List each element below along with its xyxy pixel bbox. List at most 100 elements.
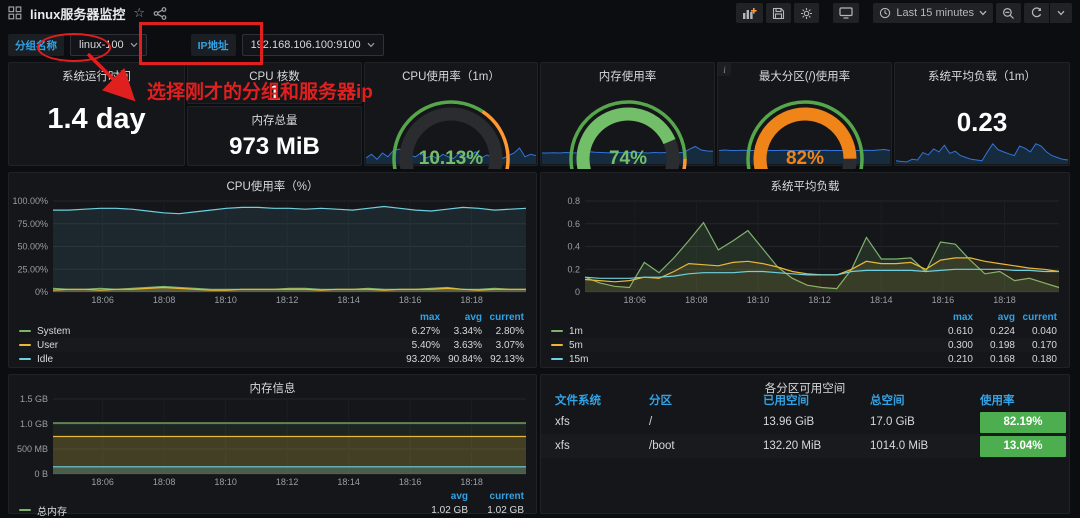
toolbar-right: Last 15 minutes xyxy=(736,3,1072,23)
table-cell: 13.96 GiB xyxy=(763,416,870,428)
svg-text:18:06: 18:06 xyxy=(91,295,114,305)
panel-cpu-chart: CPU使用率（%） 0%25.00%50.00%75.00%100.00%18:… xyxy=(8,172,537,368)
svg-text:18:10: 18:10 xyxy=(747,295,770,305)
legend-header: maxavgcurrent xyxy=(19,310,524,324)
svg-text:0.4: 0.4 xyxy=(567,242,580,252)
cpu-usage-chart[interactable]: 0%25.00%50.00%75.00%100.00%18:0618:0818:… xyxy=(13,195,532,307)
legend-row[interactable]: System6.27%3.34%2.80% xyxy=(19,324,524,338)
legend-header: avgcurrent xyxy=(19,489,524,503)
table-header-cell[interactable]: 文件系统 xyxy=(555,392,649,408)
dashboard-title[interactable]: linux服务器监控 xyxy=(30,4,125,23)
svg-text:18:14: 18:14 xyxy=(337,295,360,305)
grafana-dashboard: { "header": { "title": "linux服务器监控", "ti… xyxy=(0,0,1080,508)
svg-text:18:08: 18:08 xyxy=(153,295,176,305)
svg-text:10.13%: 10.13% xyxy=(419,148,484,169)
svg-text:18:18: 18:18 xyxy=(993,295,1016,305)
table-header: 文件系统分区已用空间总空间使用率 xyxy=(541,390,1068,410)
svg-text:75.00%: 75.00% xyxy=(17,219,48,229)
svg-text:18:18: 18:18 xyxy=(460,477,483,487)
annotation-rectangle xyxy=(139,22,263,65)
svg-text:18:14: 18:14 xyxy=(870,295,893,305)
panel-load-stat: 系统平均负载（1m） 0.23 xyxy=(894,62,1070,166)
memory-info-chart[interactable]: 0 B500 MB1.0 GB1.5 GB18:0618:0818:1018:1… xyxy=(13,393,532,489)
panel-title[interactable]: 系统平均负载（1m） xyxy=(895,68,1069,84)
svg-text:18:06: 18:06 xyxy=(91,477,114,487)
variable-ip-value: 192.168.106.100:9100 xyxy=(251,39,361,51)
svg-text:100.00%: 100.00% xyxy=(13,196,48,206)
panel-title[interactable]: 内存总量 xyxy=(188,112,361,128)
disk-partitions-table: 文件系统分区已用空间总空间使用率xfs/13.96 GiB17.0 GiB82.… xyxy=(541,390,1068,458)
svg-text:1.0 GB: 1.0 GB xyxy=(20,419,48,429)
mem-total-value: 973 MiB xyxy=(188,133,361,161)
svg-text:0.6: 0.6 xyxy=(567,219,580,229)
table-header-cell[interactable]: 分区 xyxy=(649,392,763,408)
table-cell: 17.0 GiB xyxy=(870,416,980,428)
table-cell: xfs xyxy=(555,416,649,428)
chevron-down-icon xyxy=(979,10,987,16)
svg-text:0: 0 xyxy=(575,287,580,297)
svg-text:18:16: 18:16 xyxy=(932,295,955,305)
table-row: xfs/boot132.20 MiB1014.0 MiB13.04% xyxy=(541,434,1068,458)
table-cell: 132.20 MiB xyxy=(763,440,870,452)
panel-memory-chart: 内存信息 0 B500 MB1.0 GB1.5 GB18:0618:0818:1… xyxy=(8,374,537,514)
cpu-chart-legend: maxavgcurrentSystem6.27%3.34%2.80%User5.… xyxy=(19,310,524,366)
memory-chart-legend: avgcurrent总内存1.02 GB1.02 GB xyxy=(19,489,524,517)
dashboard-grid-icon[interactable] xyxy=(8,6,22,20)
svg-text:18:08: 18:08 xyxy=(153,477,176,487)
svg-text:18:16: 18:16 xyxy=(399,295,422,305)
svg-text:0 B: 0 B xyxy=(34,469,48,479)
table-header-cell[interactable]: 总空间 xyxy=(870,392,980,408)
cycle-view-mode-button[interactable] xyxy=(833,3,859,23)
panel-mem-total: 内存总量 973 MiB xyxy=(187,106,362,166)
usage-badge: 82.19% xyxy=(980,412,1066,433)
load-average-chart[interactable]: 00.20.40.60.818:0618:0818:1018:1218:1418… xyxy=(545,195,1065,307)
refresh-button[interactable] xyxy=(1024,3,1049,23)
svg-text:0.2: 0.2 xyxy=(567,264,580,274)
legend-row[interactable]: 5m0.3000.1980.170 xyxy=(551,338,1057,352)
refresh-interval-dropdown[interactable] xyxy=(1050,3,1072,23)
legend-row[interactable]: 总内存1.02 GB1.02 GB xyxy=(19,503,524,517)
zoom-out-button[interactable] xyxy=(996,3,1021,23)
refresh-split-button xyxy=(1024,3,1072,23)
svg-text:18:14: 18:14 xyxy=(337,477,360,487)
usage-badge: 13.04% xyxy=(980,436,1066,457)
svg-text:18:08: 18:08 xyxy=(685,295,708,305)
svg-text:18:06: 18:06 xyxy=(624,295,647,305)
table-header-cell[interactable]: 使用率 xyxy=(980,392,1066,408)
share-icon[interactable] xyxy=(153,7,167,20)
table-cell: /boot xyxy=(649,440,763,452)
legend-row[interactable]: Idle93.20%90.84%92.13% xyxy=(19,352,524,366)
legend-row[interactable]: 15m0.2100.1680.180 xyxy=(551,352,1057,366)
panel-title[interactable]: CPU使用率（%） xyxy=(9,178,536,194)
svg-text:25.00%: 25.00% xyxy=(17,264,48,274)
svg-text:82%: 82% xyxy=(785,148,823,169)
table-cell: 1014.0 MiB xyxy=(870,440,980,452)
panel-title[interactable]: 系统平均负载 xyxy=(541,178,1069,194)
table-cell: xfs xyxy=(555,440,649,452)
disk-usage-gauge: 82% xyxy=(725,81,885,169)
table-row: xfs/13.96 GiB17.0 GiB82.19% xyxy=(541,410,1068,434)
svg-text:18:16: 18:16 xyxy=(399,477,422,487)
dashboard-settings-button[interactable] xyxy=(794,3,819,23)
svg-text:18:12: 18:12 xyxy=(276,477,299,487)
cpu-usage-gauge: 10.13% xyxy=(371,81,531,169)
svg-text:18:12: 18:12 xyxy=(276,295,299,305)
save-dashboard-button[interactable] xyxy=(766,3,791,23)
legend-header: maxavgcurrent xyxy=(551,310,1057,324)
svg-text:18:12: 18:12 xyxy=(808,295,831,305)
legend-row[interactable]: 1m0.6100.2240.040 xyxy=(551,324,1057,338)
chevron-down-icon xyxy=(130,42,138,48)
star-icon[interactable]: ☆ xyxy=(133,5,145,21)
add-panel-button[interactable] xyxy=(736,3,763,23)
load-sparkline xyxy=(896,124,1068,164)
legend-row[interactable]: User5.40%3.63%3.07% xyxy=(19,338,524,352)
annotation-arrow xyxy=(78,50,156,114)
annotation-text: 选择刚才的分组和服务器ip xyxy=(147,77,373,104)
time-range-label: Last 15 minutes xyxy=(896,7,974,19)
svg-text:18:10: 18:10 xyxy=(214,477,237,487)
mem-usage-gauge: 74% xyxy=(548,81,708,169)
table-header-cell[interactable]: 已用空间 xyxy=(763,392,870,408)
svg-text:74%: 74% xyxy=(608,148,646,169)
chevron-down-icon xyxy=(1057,10,1065,16)
time-range-picker[interactable]: Last 15 minutes xyxy=(873,3,993,23)
